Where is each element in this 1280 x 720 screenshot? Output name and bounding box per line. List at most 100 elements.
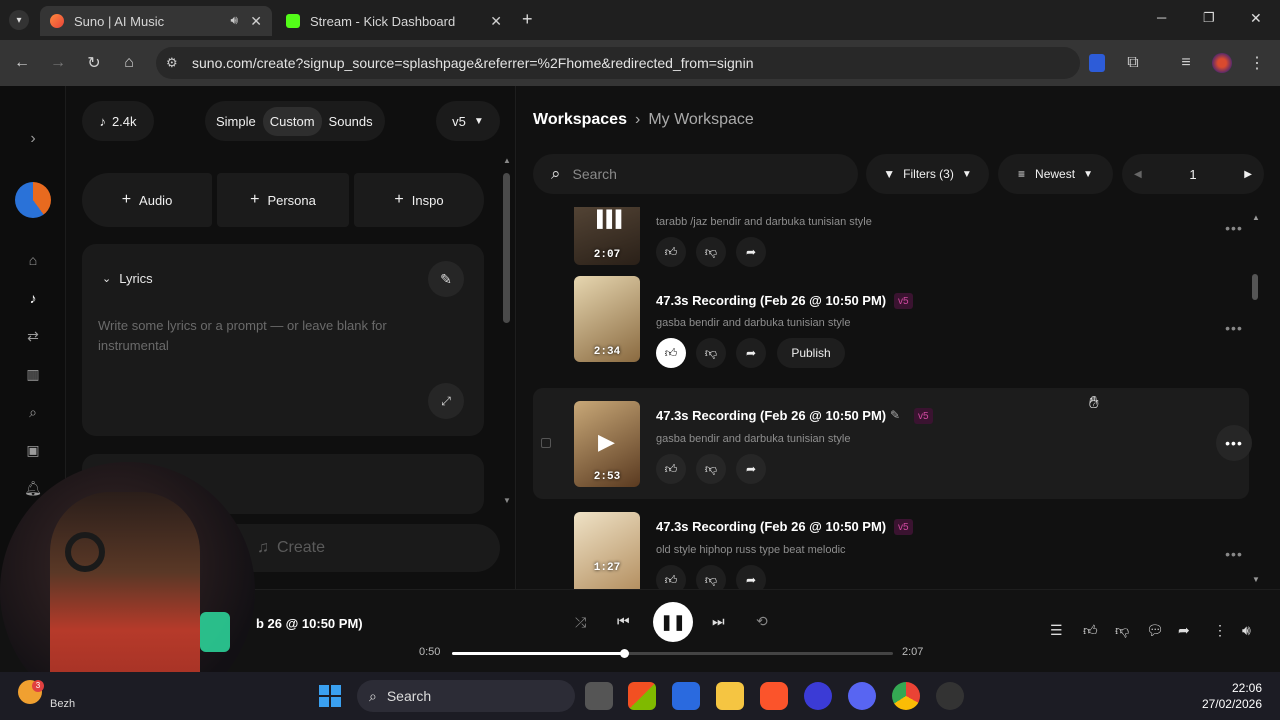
song-row[interactable]: ▌▌▌ 2:07 tarabb /jaz bendir and darbuka …	[533, 207, 1249, 284]
sort-button[interactable]: ≡ Newest ▼	[998, 154, 1113, 194]
dislike-button[interactable]: 👎︎	[696, 237, 726, 267]
obs-icon[interactable]	[936, 682, 964, 710]
song-title[interactable]: 47.3s Recording (Feb 26 @ 10:50 PM)	[656, 519, 886, 534]
magic-wand-icon[interactable]: ✎	[428, 261, 464, 297]
share-button[interactable]: ➦	[736, 565, 766, 589]
dislike-button[interactable]: 👎︎	[696, 565, 726, 589]
expand-sidebar-icon[interactable]: ›	[24, 130, 42, 148]
dislike-button[interactable]: 👎︎	[696, 454, 726, 484]
user-avatar[interactable]	[15, 182, 51, 218]
page-number[interactable]: 1	[1189, 167, 1196, 182]
progress-track[interactable]	[452, 649, 893, 658]
notifications-icon[interactable]: 🔔︎	[24, 479, 42, 497]
credits-badge[interactable]: ♪ 2.4k	[82, 101, 154, 141]
minimize-button[interactable]: ─	[1157, 10, 1166, 25]
share-button[interactable]: ➦	[736, 454, 766, 484]
song-thumbnail[interactable]: ▌▌▌ 2:07	[574, 207, 640, 265]
library-icon[interactable]: ▥	[24, 365, 42, 383]
extensions-puzzle-icon[interactable]: ⧉	[1122, 52, 1144, 74]
shuffle-icon[interactable]: ⤮	[575, 614, 586, 631]
scroll-up-icon[interactable]: ▲	[503, 156, 511, 165]
tab-search-dropdown-icon[interactable]: ▾	[9, 10, 29, 30]
publish-button[interactable]: Publish	[777, 338, 845, 368]
add-persona-button[interactable]: + Persona	[217, 173, 349, 227]
queue-icon[interactable]: ☰	[1050, 622, 1063, 639]
comment-icon[interactable]: 💬︎	[1146, 622, 1164, 639]
home-icon[interactable]: ⌂	[118, 52, 140, 74]
scrollbar-thumb[interactable]	[1252, 274, 1258, 300]
more-options-icon[interactable]: •••	[1216, 210, 1252, 246]
progress-knob[interactable]	[619, 649, 629, 658]
maximize-button[interactable]: ❐	[1203, 10, 1215, 26]
expand-icon[interactable]: ⤢	[428, 383, 464, 419]
song-thumbnail[interactable]: 1:27	[574, 512, 640, 589]
close-window-button[interactable]: ✕	[1250, 10, 1262, 27]
scrollbar-track[interactable]: ▲ ▼	[503, 156, 511, 506]
search-icon[interactable]: ⌕	[24, 403, 42, 421]
mode-sounds[interactable]: Sounds	[322, 107, 380, 136]
scroll-down-icon[interactable]: ▼	[503, 496, 511, 505]
next-icon[interactable]: ⏭︎	[712, 613, 725, 630]
lyrics-textarea[interactable]: Write some lyrics or a prompt — or leave…	[98, 316, 408, 356]
taskbar-search[interactable]: ⌕ Search	[357, 680, 575, 712]
address-bar[interactable]: ⚙︎ suno.com/create?signup_source=splashp…	[156, 47, 1080, 79]
scroll-up-icon[interactable]: ▲	[1252, 213, 1260, 222]
play-icon[interactable]: ▶	[598, 429, 615, 455]
close-tab-icon[interactable]: ✕	[490, 13, 502, 30]
hooks-icon[interactable]: ▣	[24, 441, 42, 459]
more-options-icon[interactable]: •••	[1216, 425, 1252, 461]
song-title[interactable]: 47.3s Recording (Feb 26 @ 10:50 PM)	[656, 408, 886, 423]
like-button[interactable]: 👍︎	[656, 338, 686, 368]
close-tab-icon[interactable]: ✕	[250, 13, 262, 30]
song-thumbnail[interactable]: ▶ 2:53	[574, 401, 640, 487]
forward-icon[interactable]: →	[47, 52, 69, 74]
song-list-scrollbar[interactable]: ▲ ▼	[1252, 213, 1260, 587]
tab-suno[interactable]: Suno | AI Music 🔊︎ ✕	[40, 6, 272, 36]
scroll-down-icon[interactable]: ▼	[1252, 575, 1260, 584]
windows-start-icon[interactable]	[316, 682, 344, 710]
player-track-title[interactable]: b 26 @ 10:50 PM)	[256, 616, 363, 631]
dislike-button[interactable]: 👎︎	[696, 338, 726, 368]
like-icon[interactable]: 👍︎	[1083, 622, 1098, 639]
discord-icon[interactable]	[848, 682, 876, 710]
create-icon[interactable]: ♪	[24, 289, 42, 307]
add-inspo-button[interactable]: + Inspo	[354, 173, 484, 227]
mode-custom[interactable]: Custom	[262, 106, 322, 136]
back-icon[interactable]: ←	[11, 52, 33, 74]
app-circle-icon[interactable]	[804, 682, 832, 710]
song-row[interactable]: 1:27 47.3s Recording (Feb 26 @ 10:50 PM)…	[533, 499, 1249, 589]
like-button[interactable]: 👍︎	[656, 237, 686, 267]
song-thumbnail[interactable]: 2:34	[574, 276, 640, 362]
edit-title-icon[interactable]: ✎	[890, 408, 900, 422]
audio-playing-icon[interactable]: 🔊︎	[230, 13, 238, 28]
dislike-icon[interactable]: 👎︎	[1115, 622, 1129, 639]
share-icon[interactable]: ➦	[1178, 622, 1190, 639]
repeat-icon[interactable]: ⟲	[756, 613, 768, 630]
profile-avatar[interactable]	[1211, 52, 1233, 74]
microsoft-store-icon[interactable]	[672, 682, 700, 710]
more-options-icon[interactable]: •••	[1216, 536, 1252, 572]
browser-menu-icon[interactable]: ⋮	[1246, 52, 1268, 74]
volume-icon[interactable]: 🔊︎	[1242, 622, 1251, 639]
model-select[interactable]: v5 ▼	[436, 101, 500, 141]
share-button[interactable]: ➦	[736, 237, 766, 267]
search-input[interactable]: ⌕ Search	[533, 154, 858, 194]
weather-widget[interactable]: 3 Bezh	[18, 680, 78, 712]
home-icon[interactable]: ⌂	[24, 251, 42, 269]
more-options-icon[interactable]: •••	[1216, 310, 1252, 346]
file-explorer-icon[interactable]	[716, 682, 744, 710]
share-button[interactable]: ➦	[736, 338, 766, 368]
studio-icon[interactable]: ⇄	[24, 327, 42, 345]
like-button[interactable]: 👍︎	[656, 454, 686, 484]
filters-button[interactable]: ▼ Filters (3) ▼	[866, 154, 989, 194]
mode-simple[interactable]: Simple	[209, 107, 263, 136]
tab-kick[interactable]: Stream - Kick Dashboard ✕	[276, 6, 512, 36]
site-info-icon[interactable]: ⚙︎	[166, 55, 178, 71]
more-icon[interactable]: ⋮	[1213, 622, 1227, 639]
brave-browser-icon[interactable]	[760, 682, 788, 710]
song-row[interactable]: 2:34 47.3s Recording (Feb 26 @ 10:50 PM)…	[533, 276, 1252, 395]
widgets-icon[interactable]	[628, 682, 656, 710]
task-view-icon[interactable]	[585, 682, 613, 710]
scrollbar-thumb[interactable]	[503, 173, 510, 323]
prev-page-icon[interactable]: ◀	[1134, 169, 1142, 180]
